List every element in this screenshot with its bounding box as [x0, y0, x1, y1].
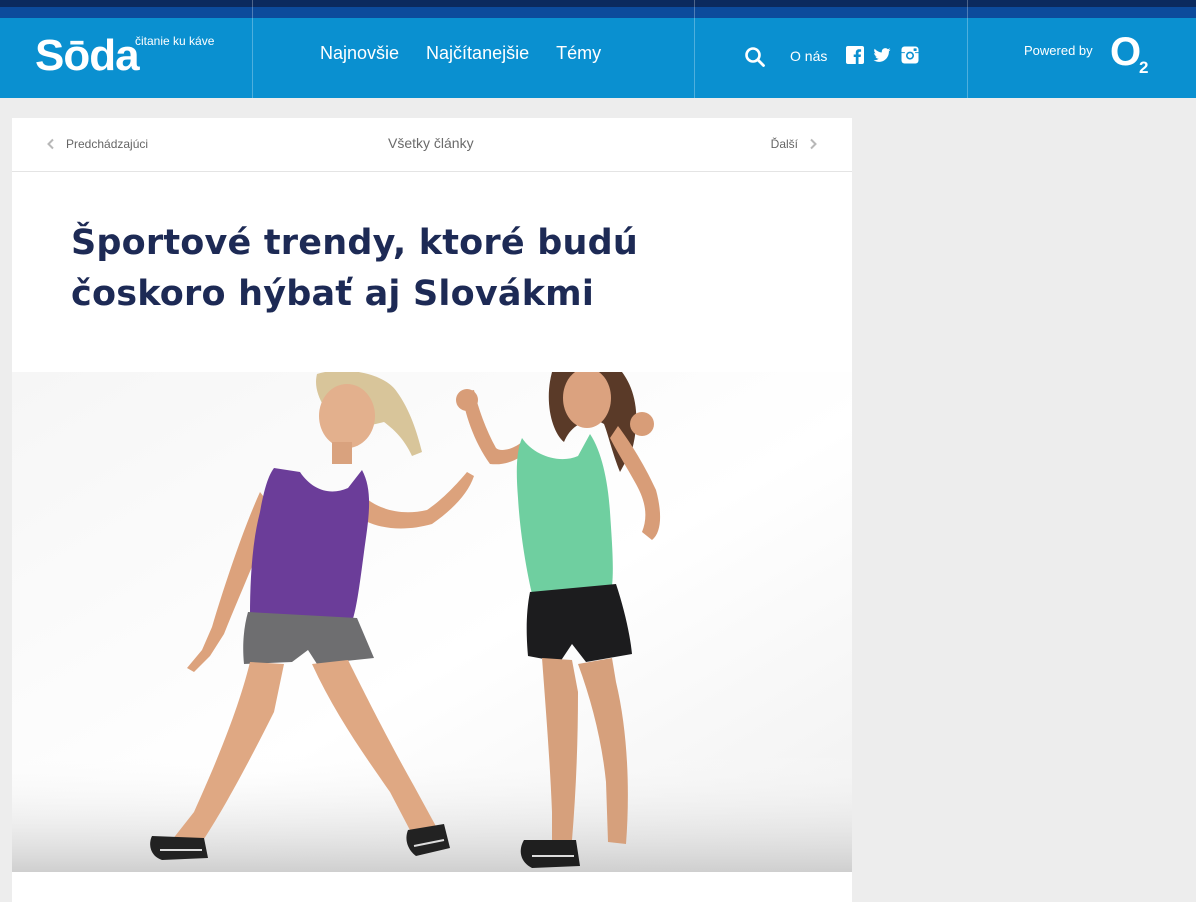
search-icon[interactable]: [744, 46, 766, 68]
top-strip: [0, 0, 1196, 18]
article-title: Športové trendy, ktoré budú čoskoro hýba…: [71, 223, 638, 314]
chevron-left-icon: [47, 138, 54, 150]
o2-logo-subscript: 2: [1139, 58, 1149, 77]
twitter-icon[interactable]: [873, 46, 891, 64]
previous-article-label: Predchádzajúci: [66, 137, 149, 151]
next-article-label: Ďalší: [770, 137, 798, 151]
header-divider: [694, 0, 695, 98]
header-divider: [967, 0, 968, 98]
site-logo[interactable]: Sōda: [35, 34, 140, 78]
nav-item-najcitanejsie[interactable]: Najčítanejšie: [426, 43, 529, 64]
about-link[interactable]: O nás: [790, 48, 827, 64]
article-card: Predchádzajúci Všetky články Ďalší Šport…: [12, 118, 852, 902]
instagram-icon[interactable]: [901, 46, 919, 64]
header-divider: [252, 0, 253, 98]
hero-image: [12, 372, 852, 872]
article-navigation: Predchádzajúci Všetky články Ďalší: [12, 118, 852, 172]
chevron-right-icon: [810, 138, 817, 150]
next-article-link[interactable]: Ďalší: [771, 137, 818, 151]
o2-logo[interactable]: O 2: [1110, 30, 1148, 77]
nav-item-temy[interactable]: Témy: [556, 43, 601, 64]
previous-article-link[interactable]: Predchádzajúci: [46, 137, 148, 151]
site-tagline: čitanie ku káve: [135, 34, 215, 48]
all-articles-link[interactable]: Všetky články: [388, 135, 474, 151]
powered-by-label: Powered by: [1024, 43, 1093, 58]
facebook-icon[interactable]: [846, 46, 864, 64]
o2-logo-letter: O: [1110, 30, 1142, 74]
main-nav: Najnovšie Najčítanejšie Témy: [320, 43, 601, 64]
nav-item-najnovsie[interactable]: Najnovšie: [320, 43, 399, 64]
